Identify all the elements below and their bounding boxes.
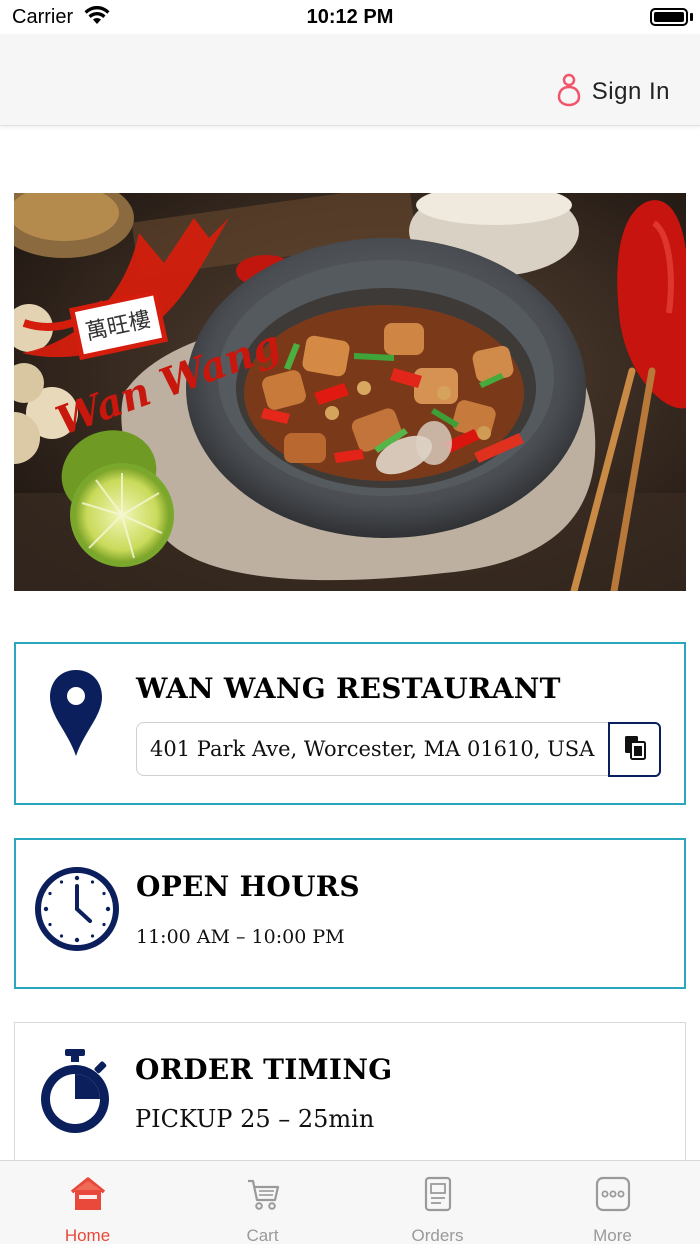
tab-cart-label: Cart [246, 1226, 279, 1245]
sign-in-button[interactable]: Sign In [556, 73, 670, 112]
address-field[interactable]: 401 Park Ave, Worcester, MA 01610, USA [136, 722, 608, 776]
top-nav-bar: Sign In [0, 34, 700, 126]
tab-orders[interactable]: Orders [350, 1161, 525, 1245]
clock-icon [34, 866, 120, 957]
order-timing-card: ORDER TIMING PICKUP 25 – 25min [14, 1022, 686, 1162]
order-timing-title: ORDER TIMING [135, 1053, 393, 1086]
open-hours-value: 11:00 AM – 10:00 PM [136, 926, 345, 948]
stopwatch-icon [37, 1049, 113, 1142]
map-pin-icon [48, 668, 104, 763]
hero-image: 萬旺樓 Wan Wang [14, 193, 686, 591]
home-icon [69, 1175, 107, 1218]
copy-address-button[interactable] [608, 722, 661, 777]
status-bar: Carrier 10:12 PM [0, 0, 700, 34]
restaurant-name: WAN WANG RESTAURANT [136, 672, 561, 705]
sign-in-label: Sign In [591, 78, 670, 105]
location-card: WAN WANG RESTAURANT 401 Park Ave, Worces… [14, 642, 686, 805]
tab-more[interactable]: More [525, 1161, 700, 1245]
open-hours-title: OPEN HOURS [136, 870, 360, 903]
tab-home[interactable]: Home [0, 1161, 175, 1245]
pickup-time: PICKUP 25 – 25min [135, 1105, 375, 1133]
open-hours-card: OPEN HOURS 11:00 AM – 10:00 PM [14, 838, 686, 989]
tab-orders-label: Orders [411, 1226, 464, 1245]
tab-bar: Home Cart Orders More [0, 1160, 700, 1245]
cart-icon [244, 1175, 282, 1218]
more-icon [594, 1175, 632, 1218]
tab-home-label: Home [64, 1226, 111, 1245]
orders-icon [419, 1175, 457, 1218]
battery-icon [650, 8, 688, 26]
tab-more-label: More [593, 1226, 632, 1245]
copy-icon [622, 734, 648, 765]
battery-cap [690, 13, 693, 21]
person-icon [556, 73, 582, 112]
status-time: 10:12 PM [306, 6, 394, 28]
tab-cart[interactable]: Cart [175, 1161, 350, 1245]
